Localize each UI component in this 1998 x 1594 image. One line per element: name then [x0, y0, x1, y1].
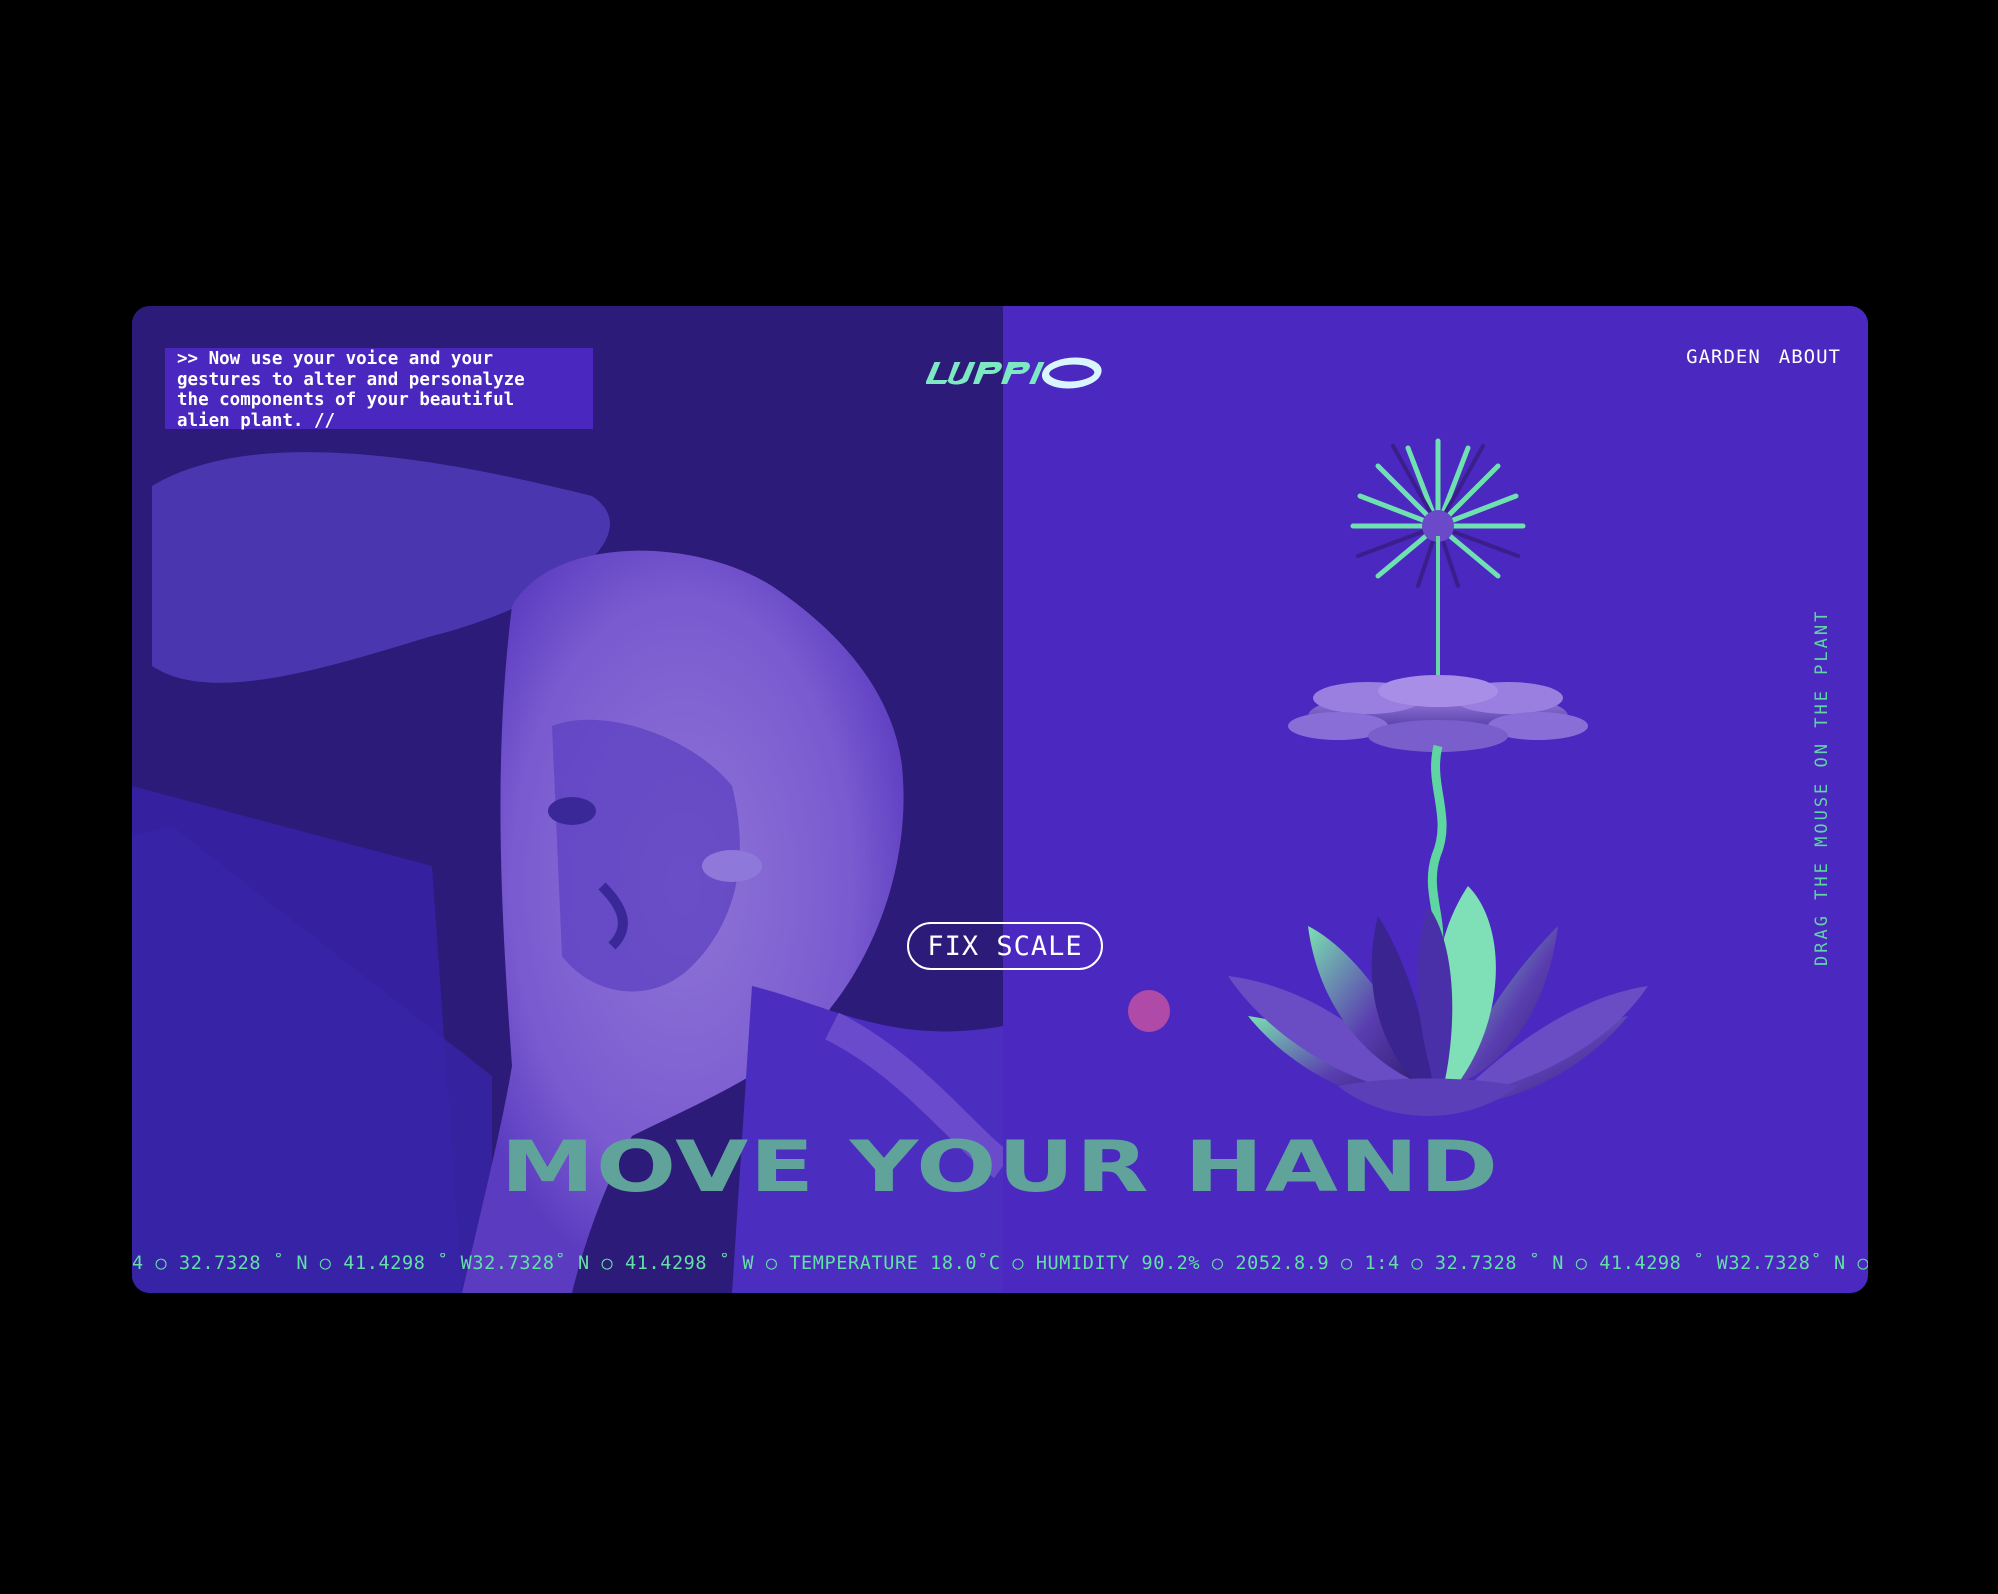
alien-plant[interactable]	[1228, 386, 1648, 1156]
middle-petals	[1288, 675, 1588, 752]
app-frame: >> Now use your voice and your gestures …	[132, 306, 1868, 1293]
nav-about[interactable]: ABOUT	[1779, 346, 1841, 368]
intro-text: >> Now use your voice and your gestures …	[165, 348, 593, 431]
drag-hint: DRAG THE MOUSE ON THE PLANT	[1812, 608, 1832, 966]
headline: MOVE YOUR HAND	[500, 1126, 1500, 1208]
nav-garden[interactable]: GARDEN	[1686, 346, 1761, 368]
fix-scale-button[interactable]: FIX SCALE	[907, 922, 1103, 970]
data-ticker: 4 ○ 32.7328 ˚ N ○ 41.4298 ˚ W32.7328˚ N …	[132, 1253, 1868, 1274]
logo[interactable]	[926, 356, 1118, 390]
cursor-dot	[1128, 990, 1170, 1032]
top-nav: GARDEN ABOUT	[1686, 346, 1841, 368]
